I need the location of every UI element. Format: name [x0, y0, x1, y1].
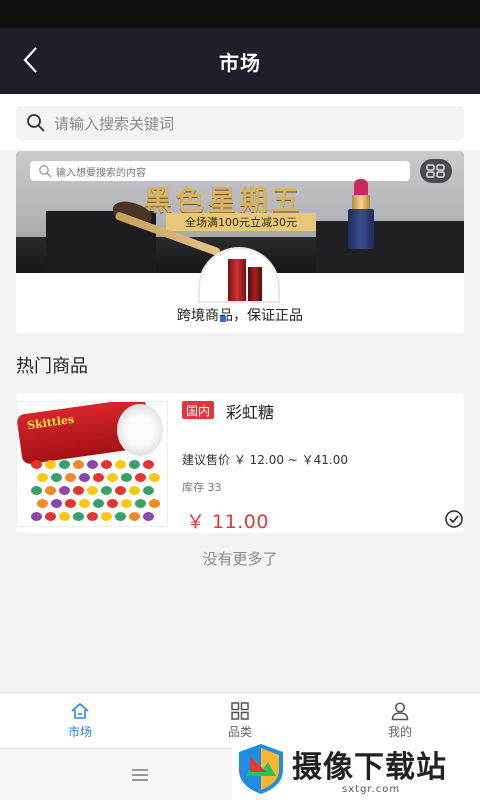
search-input[interactable]: 请输入搜索关键词 — [16, 106, 464, 140]
candy-piece — [121, 473, 132, 482]
grid-icon — [231, 702, 249, 720]
search-icon — [39, 165, 52, 178]
candy-piece — [93, 499, 104, 508]
candy-piece — [129, 460, 140, 469]
banner-grid-button[interactable] — [420, 159, 452, 183]
candy-piece — [135, 473, 146, 482]
candy-piece — [87, 512, 98, 521]
home-icon — [71, 702, 89, 719]
candy-piece — [107, 499, 118, 508]
candy-piece — [135, 499, 146, 508]
candy-piece — [87, 460, 98, 469]
candy-piece — [87, 486, 98, 495]
candy-piece — [45, 512, 56, 521]
promo-banner[interactable]: 输入想要搜索的内容 黑色星期五 全场满100元立减30元 跨境商品，保证正品 — [16, 151, 464, 333]
domestic-tag: 国内 — [182, 401, 215, 419]
candy-piece — [31, 512, 42, 521]
candy-piece — [93, 473, 104, 482]
check-circle-icon[interactable] — [444, 509, 464, 529]
status-bar — [0, 0, 480, 28]
candy-piece — [143, 486, 154, 495]
page-title: 市场 — [219, 50, 261, 75]
banner-promo: 全场满100元立减30元 — [166, 213, 316, 231]
grid-icon — [426, 164, 445, 178]
banner-search-field[interactable]: 输入想要搜索的内容 — [30, 161, 410, 181]
tab-market[interactable]: 市场 — [20, 693, 140, 749]
candy-piece — [107, 473, 118, 482]
watermark-logo-icon — [239, 744, 283, 794]
candy-piece — [31, 460, 42, 469]
candy-piece — [73, 486, 84, 495]
candy-piece — [149, 499, 160, 508]
banner-indicator — [220, 316, 226, 322]
candy-piece — [149, 473, 160, 482]
candy-piece — [65, 473, 76, 482]
product-card[interactable]: Skittles 国内 彩虹糖 建议售价 ￥ 12.00 ~ ￥41.00 库存… — [16, 393, 464, 533]
candy-piece — [101, 460, 112, 469]
search-bar: 请输入搜索关键词 — [0, 94, 480, 150]
search-placeholder: 请输入搜索关键词 — [54, 114, 175, 133]
candy-piece — [59, 512, 70, 521]
product-bottle — [228, 259, 246, 301]
candy-piece — [37, 473, 48, 482]
candy-piece — [79, 499, 90, 508]
back-button[interactable] — [12, 42, 48, 78]
candy-piece — [45, 486, 56, 495]
banner-search-placeholder: 输入想要搜索的内容 — [56, 167, 146, 179]
candy-piece — [101, 512, 112, 521]
suggested-price: 建议售价 ￥ 12.00 ~ ￥41.00 — [182, 453, 349, 467]
candy-piece — [129, 512, 140, 521]
candy-piece — [45, 460, 56, 469]
candy-piece — [129, 486, 140, 495]
banner-pedestal — [316, 221, 464, 273]
candy-can-lid — [117, 404, 163, 456]
lipstick-case — [348, 209, 374, 249]
watermark-text: 摄像下载站 — [292, 750, 447, 785]
watermark-url: sxtgr.com — [342, 784, 401, 795]
list-end-message: 没有更多了 — [202, 550, 278, 568]
chevron-left-icon — [23, 47, 37, 73]
candy-piece — [59, 460, 70, 469]
nav-bar: 市场 — [0, 28, 480, 94]
product-price: ￥ 11.00 — [186, 511, 269, 533]
candy-piece — [143, 460, 154, 469]
candy-piece — [121, 499, 132, 508]
product-bottle — [248, 267, 262, 301]
candy-piece — [73, 512, 84, 521]
candy-piece — [143, 512, 154, 521]
user-icon — [391, 702, 409, 721]
product-image: Skittles — [16, 401, 168, 527]
candy-piece — [115, 460, 126, 469]
candy-piece — [115, 486, 126, 495]
candy-piece — [37, 499, 48, 508]
candy-piece — [65, 499, 76, 508]
candy-piece — [73, 460, 84, 469]
search-icon — [27, 114, 45, 132]
candy-piece — [31, 486, 42, 495]
candy-piece — [79, 473, 90, 482]
banner-caption: 跨境商品，保证正品 — [177, 308, 303, 324]
candy-piece — [115, 512, 126, 521]
product-name: 彩虹糖 — [226, 403, 275, 422]
candy-piece — [59, 486, 70, 495]
watermark: 摄像下载站 sxtgr.com — [232, 738, 480, 800]
candy-piece — [101, 486, 112, 495]
candy-piece — [51, 473, 62, 482]
stock-count: 库存 33 — [182, 481, 222, 494]
menu-icon[interactable] — [130, 767, 150, 783]
section-title: 热门商品 — [16, 356, 88, 377]
candy-piece — [51, 499, 62, 508]
tab-label: 市场 — [67, 725, 92, 739]
